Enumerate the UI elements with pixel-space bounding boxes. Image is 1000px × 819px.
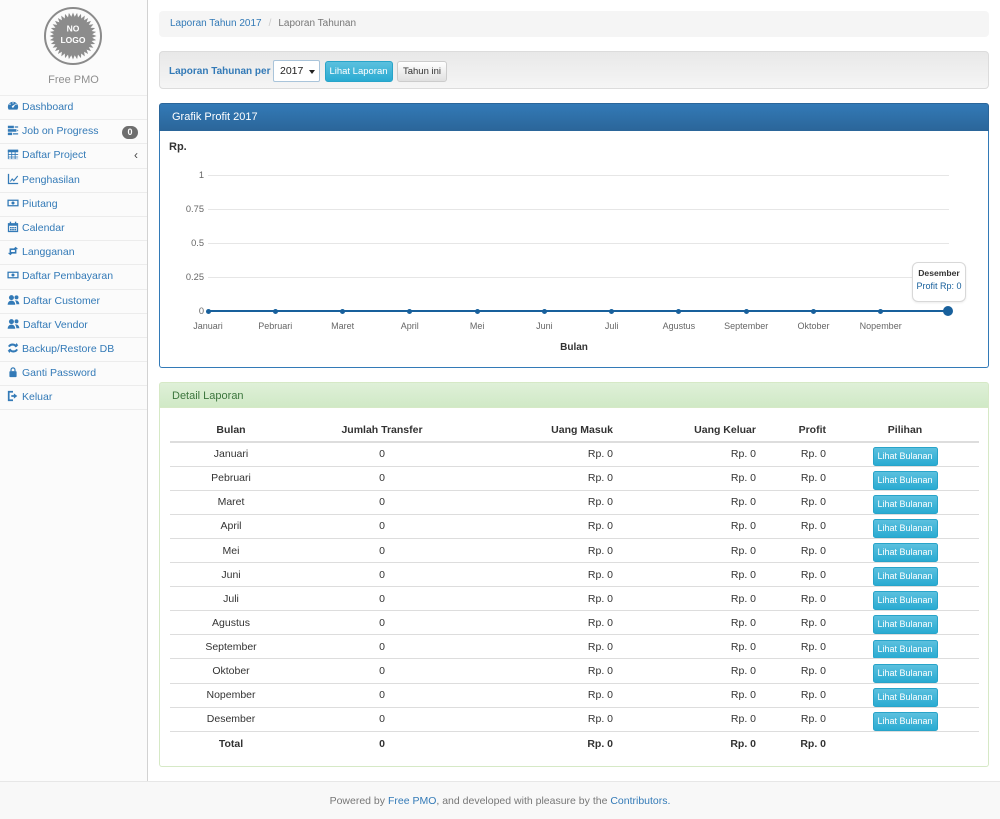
svg-text:LOGO: LOGO — [60, 35, 85, 45]
svg-text:NO: NO — [67, 23, 80, 33]
